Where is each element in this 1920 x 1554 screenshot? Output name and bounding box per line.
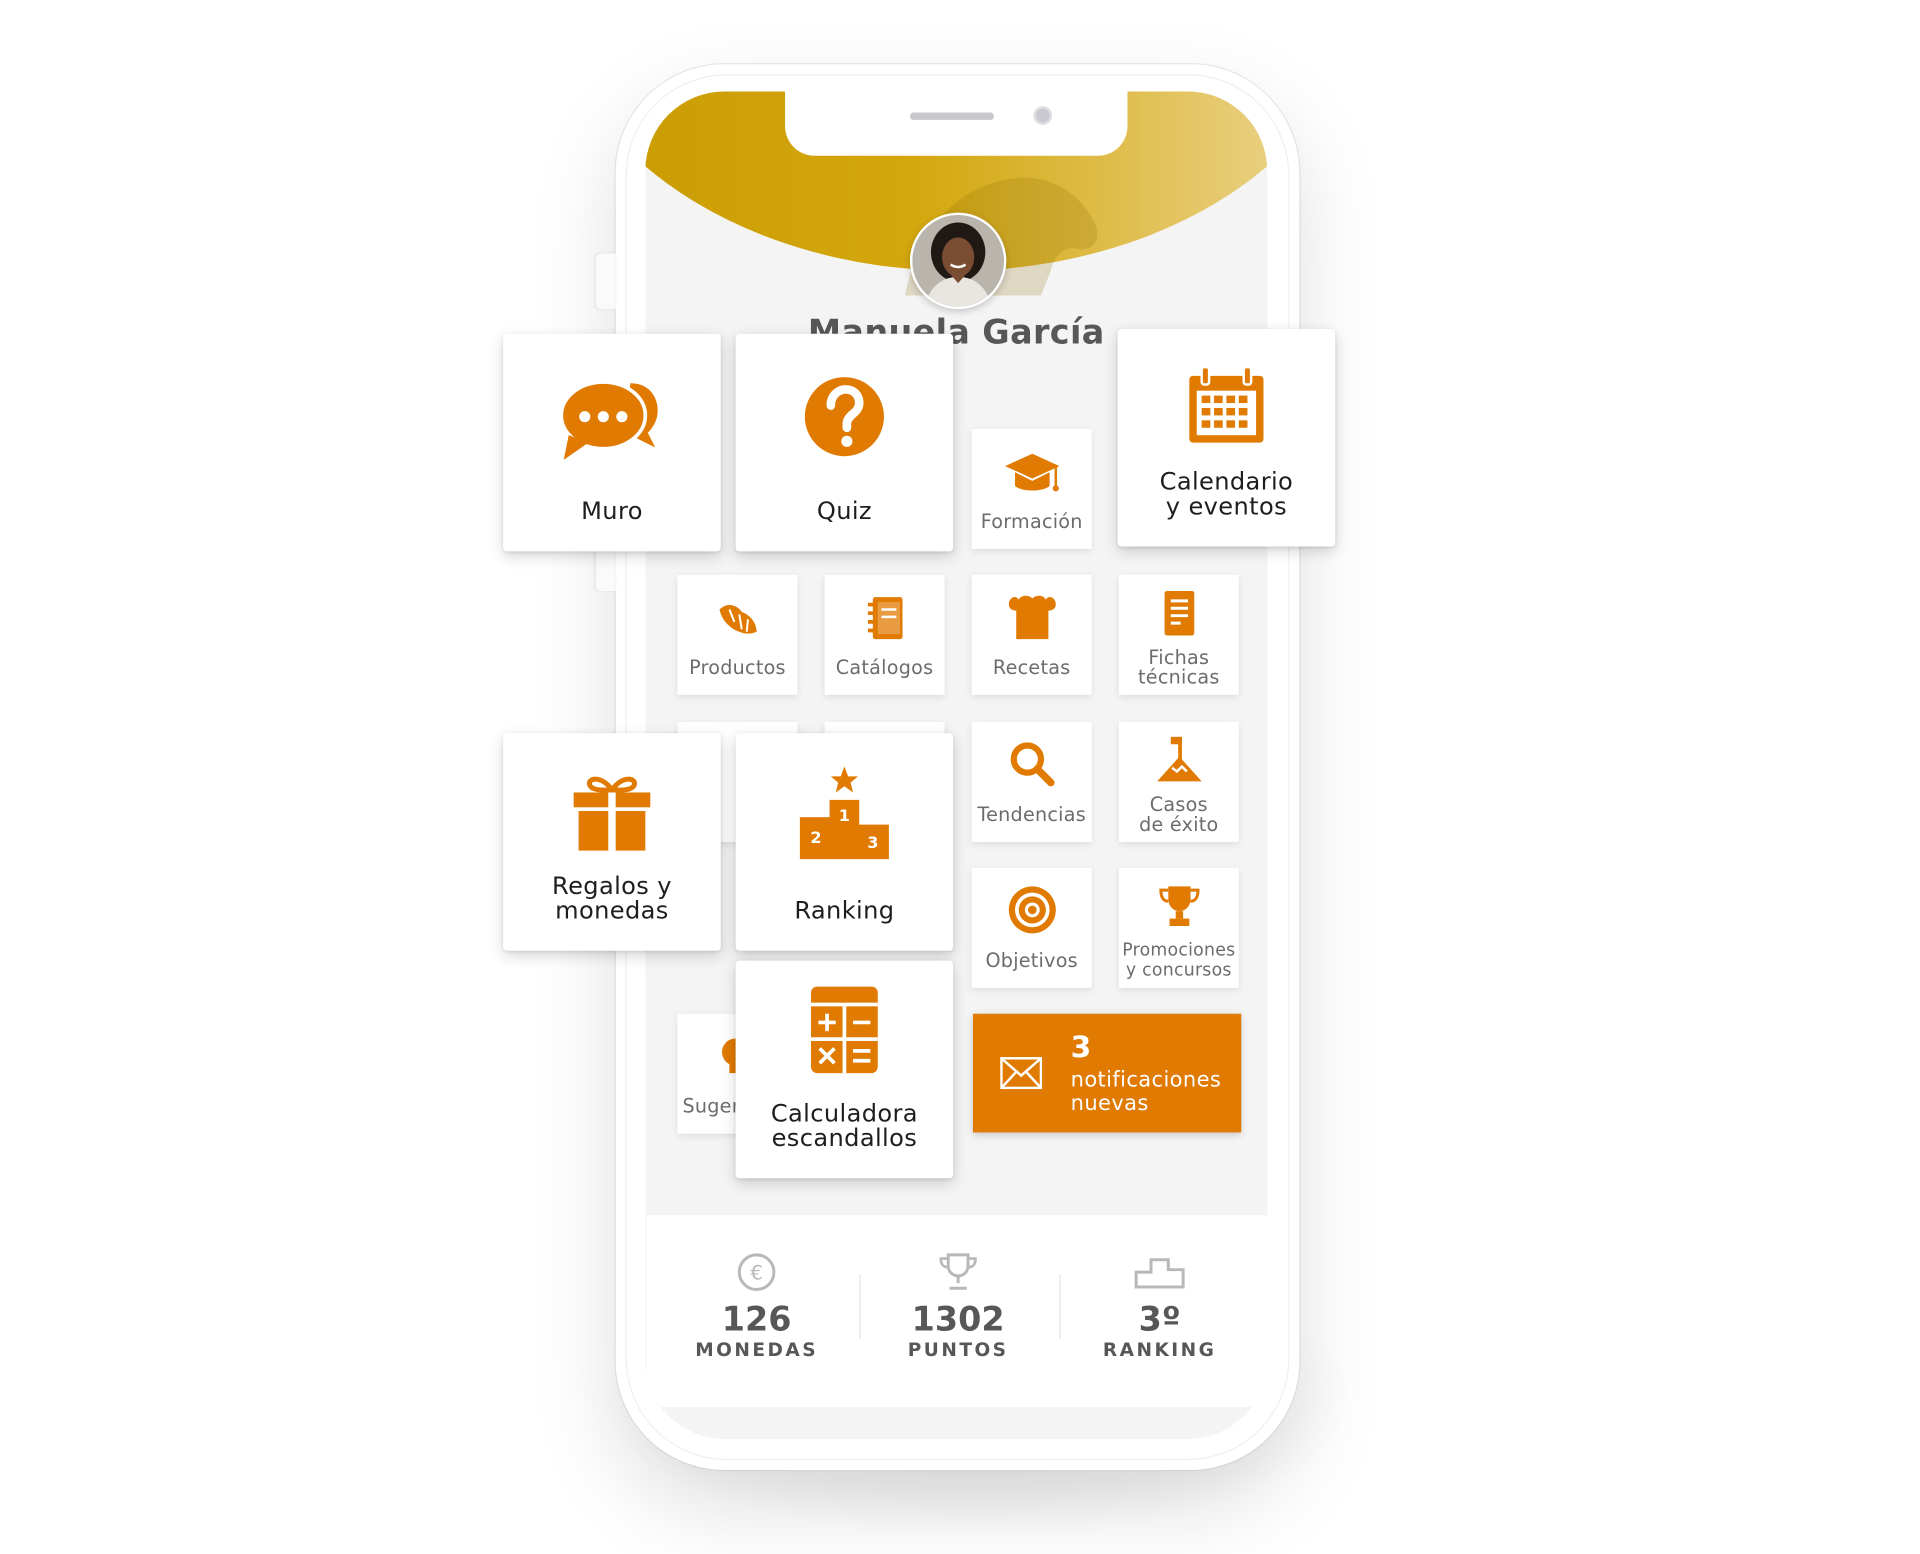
tile-label: Objetivos (985, 949, 1078, 972)
card-label: Regalos y monedas (552, 871, 672, 925)
avatar[interactable] (909, 212, 1007, 310)
tile-casos-exito[interactable]: Casos de éxito (1118, 721, 1239, 842)
notebook-icon (867, 597, 902, 640)
ranking-label: RANKING (1102, 1338, 1217, 1362)
tile-label: Fichas técnicas (1138, 646, 1220, 689)
card-label: Calculadora escandallos (770, 1099, 918, 1153)
tile-productos[interactable]: Productos (677, 574, 798, 695)
divider (1059, 1274, 1061, 1339)
podium-outline-icon (1134, 1258, 1185, 1289)
tile-label: Recetas (992, 656, 1071, 679)
tile-label: Tendencias (977, 803, 1086, 826)
document-icon (1163, 590, 1194, 636)
trophy-icon (1158, 886, 1199, 926)
card-calendario[interactable]: Calendario y eventos (1117, 328, 1336, 547)
target-icon (1008, 886, 1056, 934)
question-icon (804, 377, 884, 457)
tile-objetivos[interactable]: Objetivos (971, 867, 1092, 988)
card-calculadora[interactable]: Calculadora escandallos (735, 960, 954, 1179)
chat-bubbles-icon (561, 380, 658, 460)
stat-points[interactable]: 1302 PUNTOS (865, 1252, 1050, 1361)
card-label: Ranking (794, 896, 895, 925)
calculator-icon (811, 986, 878, 1074)
card-label: Muro (581, 496, 643, 526)
phone-side-button (595, 253, 616, 310)
front-camera (1033, 106, 1053, 125)
mountain-flag-icon (1156, 736, 1202, 782)
stats-bar: € 126 MONEDAS 1302 PUNTOS 3º RANKING (646, 1215, 1269, 1407)
coins-value: 126 (721, 1300, 792, 1339)
coins-label: MONEDAS (695, 1338, 819, 1362)
tile-label: Promociones y concursos (1122, 940, 1236, 981)
podium-icon: 1 2 3 (799, 766, 889, 860)
magnifier-icon (1010, 742, 1054, 787)
tile-label: Casos de éxito (1139, 793, 1219, 836)
points-label: PUNTOS (907, 1338, 1009, 1362)
graduation-cap-icon (1004, 453, 1059, 492)
card-quiz[interactable]: Quiz (735, 333, 954, 552)
card-muro[interactable]: Muro (503, 333, 721, 552)
trophy-outline-icon (939, 1253, 977, 1290)
svg-text:3: 3 (867, 833, 878, 852)
card-label: Calendario y eventos (1159, 467, 1294, 521)
chef-jacket-icon (1008, 595, 1056, 640)
stage: Manuela García Formación Productos Catál… (0, 0, 1920, 1554)
gift-icon (573, 776, 651, 851)
speaker (909, 112, 994, 120)
tile-fichas-tecnicas[interactable]: Fichas técnicas (1118, 574, 1239, 695)
calendar-icon (1189, 365, 1264, 443)
card-ranking[interactable]: 1 2 3 Ranking (735, 733, 954, 951)
tile-label: Formación (980, 510, 1083, 533)
phone-notch (785, 91, 1128, 156)
svg-text:2: 2 (810, 828, 821, 847)
tile-catalogos[interactable]: Catálogos (824, 574, 945, 695)
envelope-icon (1000, 1057, 1043, 1090)
tile-promociones[interactable]: Promociones y concursos (1118, 867, 1239, 988)
notifications-count: 3 (1070, 1029, 1092, 1065)
tile-label: Productos (689, 656, 786, 679)
tile-recetas[interactable]: Recetas (971, 574, 1092, 695)
card-label: Quiz (816, 496, 872, 526)
euro-coin-icon: € (737, 1253, 776, 1291)
points-value: 1302 (911, 1300, 1005, 1339)
stat-ranking[interactable]: 3º RANKING (1067, 1252, 1252, 1361)
notifications-banner[interactable]: 3 notificaciones nuevas (972, 1013, 1242, 1133)
ranking-value: 3º (1138, 1300, 1181, 1339)
card-regalos[interactable]: Regalos y monedas (503, 733, 721, 951)
divider (859, 1274, 861, 1339)
tile-tendencias[interactable]: Tendencias (971, 721, 1092, 842)
tile-label: Catálogos (835, 656, 934, 679)
notifications-text: notificaciones nuevas (1070, 1068, 1222, 1117)
stat-coins[interactable]: € 126 MONEDAS (664, 1252, 849, 1361)
tile-formacion[interactable]: Formación (971, 428, 1092, 549)
svg-text:1: 1 (839, 806, 850, 825)
svg-text:€: € (750, 1262, 763, 1285)
croissant-icon (718, 605, 756, 634)
